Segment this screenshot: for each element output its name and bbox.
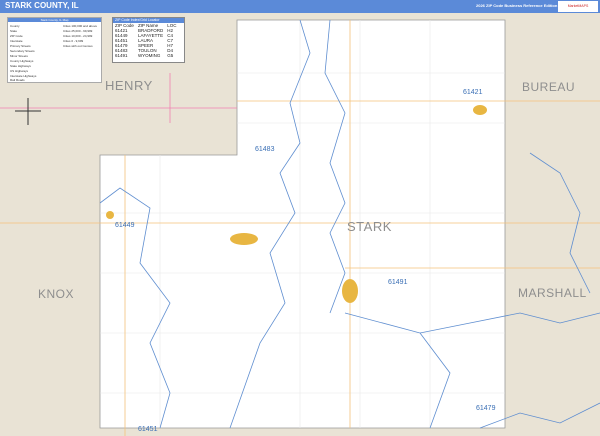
map-legend: Stark County, IL Map County State ZIP Co… [7,17,102,83]
zip-label: 61451 [138,426,158,433]
legend-item: Secondary Streets [10,49,35,53]
legend-city: Cities with out Census [63,44,93,48]
edition-label: 2026 ZIP Code Business Reference Edition [476,3,558,8]
legend-city: Cities 0 - 9,999 [63,39,84,43]
table-row: 61491 WYOMING G5 [115,53,174,58]
zip-index-table: ZIP Code ZIP Name LOC 61421 BRADFORD H2 6144… [115,23,180,58]
map-title: STARK COUNTY, IL [5,1,79,10]
legend-title: Stark County, IL Map [8,18,101,22]
legend-item: ZIP Code [10,34,23,38]
brand-logo: MarketMAPS [558,1,598,12]
header-bar: STARK COUNTY, IL 2026 ZIP Code Business … [0,0,600,13]
zip-label: 61421 [463,89,483,96]
compass-rose-icon [15,98,41,125]
zip-index-box: ZIP Code Index/Grid Locator ZIP Code ZIP … [112,17,185,63]
legend-item: State [10,29,18,33]
legend-item: Rail Roads [10,78,25,82]
zip-label: 61491 [388,279,408,286]
county-label-stark: STARK [347,219,392,234]
legend-item: County Highways [10,59,34,63]
legend-city: Cities 100,000 and above [63,24,98,28]
stark-county-area [99,19,506,429]
legend-item: Primary Streets [10,44,31,48]
legend-item: US Highways [10,69,29,73]
zip-label: 61479 [476,405,496,412]
zip-label: 61483 [255,146,275,153]
legend-item: County [10,24,20,28]
legend-city: Cities 10,000 - 24,999 [63,34,93,38]
county-label-henry: HENRY [105,78,153,93]
legend-item: Minor Streets [10,54,28,58]
county-label-knox: KNOX [38,287,75,301]
county-label-bureau: BUREAU [522,80,576,94]
zip-label: 61449 [115,222,135,229]
legend-item: State Highways [10,64,31,68]
legend-city: Cities 25,000 - 99,999 [63,29,93,33]
county-label-marshall: MARSHALL [518,286,587,300]
legend-item: Interstate [10,39,23,43]
